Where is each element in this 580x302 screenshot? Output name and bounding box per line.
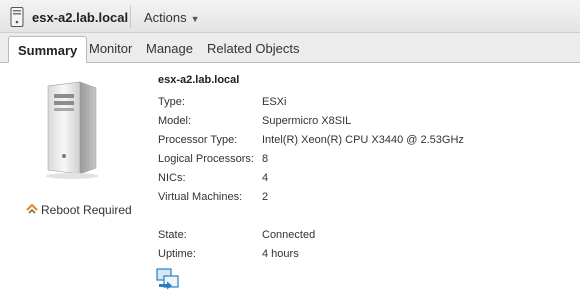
migrate-vm-icon[interactable] xyxy=(156,268,182,290)
type-label: Type: xyxy=(158,96,185,108)
tab-manage[interactable]: Manage xyxy=(146,41,193,56)
virtual-machines-label: Virtual Machines: xyxy=(158,191,243,203)
state-label: State: xyxy=(158,229,187,241)
chevron-down-icon: ▼ xyxy=(190,14,200,24)
nics-label: NICs: xyxy=(158,172,186,184)
model-value: Supermicro X8SIL xyxy=(262,115,352,127)
tab-related-objects[interactable]: Related Objects xyxy=(207,41,300,56)
reboot-required-label: Reboot Required xyxy=(41,203,132,217)
host-summary-title: esx-a2.lab.local xyxy=(158,74,240,86)
logical-processors-label: Logical Processors: xyxy=(158,153,254,165)
tab-bar: Summary Monitor Manage Related Objects xyxy=(0,33,580,63)
state-value: Connected xyxy=(262,229,316,241)
host-title: esx-a2.lab.local xyxy=(32,10,129,25)
host-server-icon xyxy=(10,7,24,27)
reboot-required-notice[interactable]: Reboot Required xyxy=(26,203,132,217)
tab-summary[interactable]: Summary xyxy=(8,36,88,63)
reboot-warning-icon xyxy=(26,203,38,214)
object-header: esx-a2.lab.local Actions ▼ xyxy=(0,0,580,33)
processor-type-value: Intel(R) Xeon(R) CPU X3440 @ 2.53GHz xyxy=(262,134,464,146)
uptime-label: Uptime: xyxy=(158,248,196,260)
uptime-value: 4 hours xyxy=(262,248,299,260)
actions-label: Actions xyxy=(144,10,187,25)
toolbar-divider xyxy=(130,5,131,28)
nics-value: 4 xyxy=(262,172,269,184)
model-label: Model: xyxy=(158,115,192,127)
tab-monitor[interactable]: Monitor xyxy=(89,41,132,56)
actions-menu-button[interactable]: Actions ▼ xyxy=(144,10,200,25)
processor-type-label: Processor Type: xyxy=(158,134,238,146)
server-tower-image xyxy=(46,81,98,179)
type-value: ESXi xyxy=(262,96,287,108)
logical-processors-value: 8 xyxy=(262,153,269,165)
virtual-machines-value: 2 xyxy=(262,191,269,203)
